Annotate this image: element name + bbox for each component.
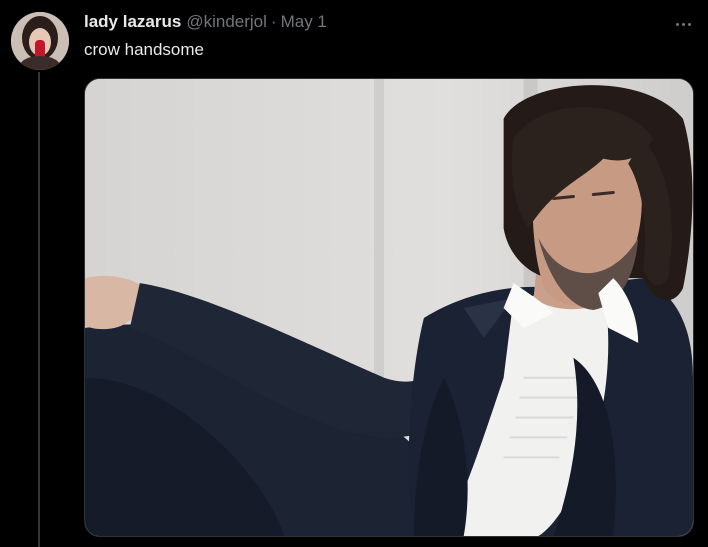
tweet-header: lady lazarus @kinderjol · May 1 xyxy=(84,12,327,34)
tweet-date[interactable]: May 1 xyxy=(281,12,327,32)
avatar[interactable] xyxy=(11,12,69,70)
more-dot xyxy=(681,22,685,26)
thread-connector-line xyxy=(38,72,40,547)
tweet[interactable]: lady lazarus @kinderjol · May 1 crow han… xyxy=(0,0,708,547)
separator-dot: · xyxy=(270,12,277,31)
more-horizontal-icon[interactable] xyxy=(670,14,696,34)
avatar-image xyxy=(11,12,69,70)
more-dot xyxy=(687,22,691,26)
tweet-photo[interactable] xyxy=(84,78,694,537)
photo-image xyxy=(85,79,693,536)
user-handle[interactable]: @kinderjol xyxy=(186,12,267,32)
tweet-text: crow handsome xyxy=(84,40,205,59)
more-dot xyxy=(675,22,679,26)
display-name[interactable]: lady lazarus xyxy=(84,12,181,32)
